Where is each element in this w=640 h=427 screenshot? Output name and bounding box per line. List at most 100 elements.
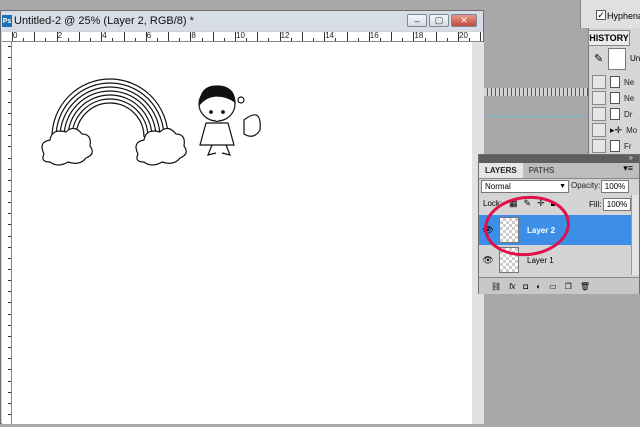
brush-icon[interactable]: ✎ [594,52,603,65]
ruler-tick [8,135,11,137]
ruler-tick [190,32,192,41]
ruler-tick [8,335,11,337]
ruler-tick [8,213,11,215]
panel-header[interactable]: » [479,153,639,163]
adjustment-icon[interactable]: ◐ [536,282,541,291]
fairy-drawing [198,85,261,156]
ruler-tick [156,38,158,41]
ruler-tick [34,32,36,41]
ruler-tick [435,32,437,41]
layers-toolbar: ⛓ fx ◘ ◐ ▭ ❐ 🗑︎ [479,277,639,294]
ruler-tick [379,38,381,41]
ruler-tick [8,413,11,415]
ruler-tick [101,32,103,41]
ruler-tick [235,32,236,41]
ruler-tick [8,57,11,59]
ruler-tick [212,32,214,41]
ruler-tick [8,79,11,81]
hyphenate-checkbox[interactable]: ✓ [596,10,606,20]
ruler-tick [8,68,11,70]
horizontal-ruler[interactable]: 0 2 4 6 8 10 12 14 16 18 20 [2,32,483,42]
group-icon[interactable]: ▭ [549,282,557,291]
layers-scrollbar[interactable] [631,195,639,275]
close-button[interactable]: ✕ [451,14,477,27]
ruler-tick [23,38,25,41]
minimize-button[interactable]: – [407,14,427,27]
canvas[interactable] [12,42,472,424]
opacity-label: Opacity: [571,181,601,190]
document-title: Untitled-2 @ 25% (Layer 2, RGB/8) * [14,15,194,27]
restore-button[interactable]: ▢ [429,14,449,27]
document-icon [610,92,620,104]
ruler-tick [112,38,114,41]
tab-layers[interactable]: LAYERS [479,163,523,178]
ruler-tick [134,38,136,41]
history-item[interactable]: Fr [592,138,640,154]
ruler-tick [357,38,359,41]
ruler-tick [12,32,13,41]
new-layer-icon[interactable]: ❐ [565,282,572,291]
ruler-tick [335,38,337,41]
ruler-tick [56,32,58,41]
eye-icon[interactable]: 👁︎ [481,253,495,267]
ruler-tick [8,124,11,126]
ruler-tick [90,38,92,41]
ruler-tick [8,269,11,270]
history-snapshot-thumbnail[interactable] [608,48,626,70]
ruler-tick [8,391,11,393]
ruler-tick [8,369,11,371]
ruler-tick [469,38,471,41]
tab-paths[interactable]: PATHS [523,163,560,178]
ruler-number: 20 [459,32,468,40]
fill-input[interactable]: 100% [603,198,631,211]
ruler-tick [8,257,11,259]
ruler-tick [179,38,181,41]
ruler-tick [123,32,125,41]
ruler-tick [168,32,170,41]
opacity-input[interactable]: 100% [601,180,629,193]
guide-line [484,116,588,117]
trash-icon[interactable]: 🗑︎ [580,282,590,291]
ruler-tick [301,32,303,41]
ruler-tick [8,358,11,360]
ruler-tick [8,46,11,47]
ruler-tick [8,235,11,237]
ruler-tick [223,38,225,41]
ruler-tick [458,32,459,41]
ruler-tick [8,146,11,148]
ruler-tick [8,291,11,293]
mask-icon[interactable]: ◘ [523,282,528,291]
ruler-tick [8,90,11,92]
ruler-number: 14 [325,32,335,40]
ruler-number: 10 [236,32,245,40]
ruler-tick [413,32,415,41]
ruler-tick [8,402,11,404]
ruler-tick [8,202,11,204]
tab-history[interactable]: HISTORY [588,30,630,46]
panel-menu-icon[interactable]: ▾≡ [623,163,633,178]
hyphenate-label: Hyphenat [607,11,640,21]
history-item[interactable]: Ne [592,74,640,90]
fx-icon[interactable]: fx [509,282,515,291]
ruler-tick [8,280,11,282]
history-snapshot-label: Un [630,54,640,63]
link-icon[interactable]: ⛓ [491,282,501,291]
blend-mode-select[interactable]: Normal ▼ [481,180,569,193]
ruler-tick [290,38,292,41]
document-title-bar[interactable]: Ps Untitled-2 @ 25% (Layer 2, RGB/8) * –… [1,11,483,31]
ruler-tick [368,32,370,41]
ruler-tick [8,168,11,170]
ruler-tick [8,157,11,159]
vertical-ruler[interactable] [2,42,12,424]
collapse-icon[interactable]: » [629,153,633,162]
document-icon [610,76,620,88]
ruler-tick [391,32,393,41]
ruler-tick [8,190,11,192]
chevron-down-icon: ▼ [559,183,566,190]
ruler-tick [324,32,326,41]
history-item[interactable]: Ne [592,90,640,106]
history-item[interactable]: ▸✛ Mo [592,122,640,138]
ruler-tick [279,32,281,41]
ruler-number: 6 [146,32,152,40]
history-item[interactable]: Dr [592,106,640,122]
